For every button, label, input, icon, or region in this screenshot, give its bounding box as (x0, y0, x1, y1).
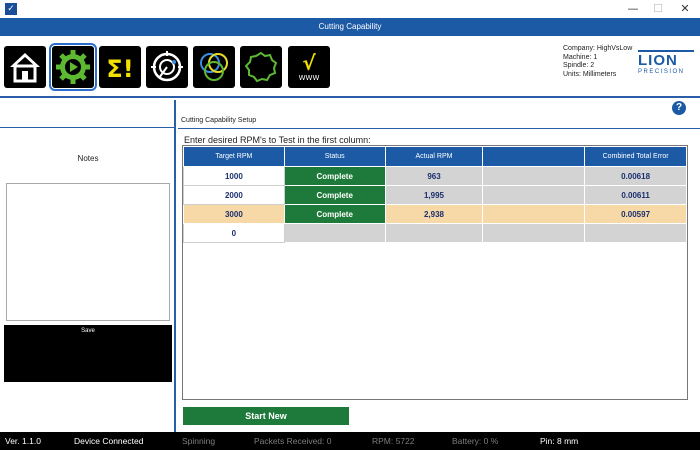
table-row[interactable]: 2000 Complete 1,995 0.00611 (183, 185, 687, 205)
spindle-label: Spindle: 2 (563, 62, 595, 69)
device-status: Device Connected (74, 436, 144, 446)
svg-text:WWW: WWW (299, 74, 320, 82)
svg-text:Σ!: Σ! (106, 55, 133, 83)
divider (178, 128, 700, 129)
table-row[interactable]: 1000 Complete 963 0.00618 (183, 166, 687, 186)
run-test-button[interactable] (49, 43, 97, 91)
rings-button[interactable] (193, 46, 235, 88)
rpm-table: Target RPM Status Actual RPM Combined To… (183, 146, 687, 243)
lion-precision-logo: LION PRECISION (638, 50, 694, 76)
company-label: Company: HighVsLow (563, 45, 633, 52)
units-label: Units: Millimeters (563, 70, 617, 78)
setup-label: Cutting Capability Setup (181, 117, 257, 124)
target-rpm-cell[interactable]: 3000 (183, 204, 285, 224)
actual-rpm-cell: 1,995 (384, 185, 484, 205)
empty-cell (482, 166, 586, 186)
left-panel: Notes Save (0, 100, 176, 432)
window-titlebar: ✓ — ☐ ✕ (0, 0, 700, 18)
rings-icon (200, 53, 228, 81)
status-cell (283, 223, 386, 243)
status-cell: Complete (283, 204, 386, 224)
gear-outline-button[interactable] (240, 46, 282, 88)
battery-status: Battery: 0 % (452, 436, 499, 446)
error-cell: 0.00597 (584, 204, 687, 224)
home-button[interactable] (4, 46, 46, 88)
target-rpm-cell[interactable]: 0 (183, 223, 285, 243)
actual-rpm-cell: 963 (384, 166, 484, 186)
home-icon (10, 53, 40, 83)
close-button[interactable]: ✕ (672, 0, 698, 18)
table-row[interactable]: 0 (183, 223, 687, 243)
column-header: Status (283, 146, 386, 167)
help-icon[interactable]: ? (672, 101, 686, 115)
status-bar: Ver. 1.1.0 Device Connected Spinning Pac… (0, 432, 700, 450)
column-header: Combined Total Error (584, 146, 687, 167)
error-cell: 0.00618 (584, 166, 687, 186)
maximize-button[interactable]: ☐ (645, 0, 671, 18)
table-header-row: Target RPM Status Actual RPM Combined To… (183, 146, 687, 167)
target-rpm-cell[interactable]: 2000 (183, 185, 285, 205)
table-row-selected[interactable]: 3000 Complete 2,938 0.00597 (183, 204, 687, 224)
spindle-button[interactable] (146, 46, 188, 88)
actual-rpm-cell (384, 223, 484, 243)
main-panel: ? Cutting Capability Setup Enter desired… (178, 100, 700, 432)
statistics-button[interactable]: Σ! (99, 46, 141, 88)
empty-cell (482, 185, 586, 205)
notes-input[interactable] (6, 183, 170, 321)
save-button[interactable]: Save (4, 325, 172, 382)
notes-label: Notes (77, 154, 99, 163)
sqrt-wave-icon: √ WWW (299, 51, 320, 82)
empty-cell (482, 223, 586, 243)
error-cell: 0.00611 (584, 185, 687, 205)
left-panel-header (0, 100, 176, 128)
spindle-icon (151, 51, 183, 82)
play-gear-icon (56, 50, 90, 84)
empty-cell (482, 204, 586, 224)
svg-text:√: √ (302, 51, 316, 75)
version-label: Ver. 1.1.0 (5, 436, 41, 446)
sqrt-wave-button[interactable]: √ WWW (288, 46, 330, 88)
rpm-grid: Target RPM Status Actual RPM Combined To… (182, 145, 688, 400)
column-header: Target RPM (183, 146, 285, 167)
minimize-button[interactable]: — (620, 0, 646, 18)
sigma-alert-icon: Σ! (106, 55, 133, 83)
page-title: Cutting Capability (0, 18, 700, 36)
machine-label: Machine: 1 (563, 53, 598, 61)
packets-status: Packets Received: 0 (254, 436, 332, 446)
gear-outline-icon (244, 51, 278, 83)
app-icon: ✓ (5, 3, 17, 15)
error-cell (584, 223, 687, 243)
toolbar: Σ! √ WWW Company: HighVsLow Machine: 1 S… (0, 36, 700, 98)
column-header (482, 146, 586, 167)
spinning-status: Spinning (182, 436, 216, 446)
rpm-status: RPM: 5722 (372, 436, 415, 446)
actual-rpm-cell: 2,938 (384, 204, 484, 224)
column-header: Actual RPM (384, 146, 484, 167)
pin-status: Pin: 8 mm (540, 436, 579, 446)
status-cell: Complete (283, 166, 386, 186)
status-cell: Complete (283, 185, 386, 205)
instruction-text: Enter desired RPM's to Test in the first… (184, 135, 371, 145)
machine-info: Company: HighVsLow Machine: 1 Spindle: 2… (563, 45, 632, 79)
target-rpm-cell[interactable]: 1000 (183, 166, 285, 186)
start-new-button[interactable]: Start New (183, 407, 349, 425)
